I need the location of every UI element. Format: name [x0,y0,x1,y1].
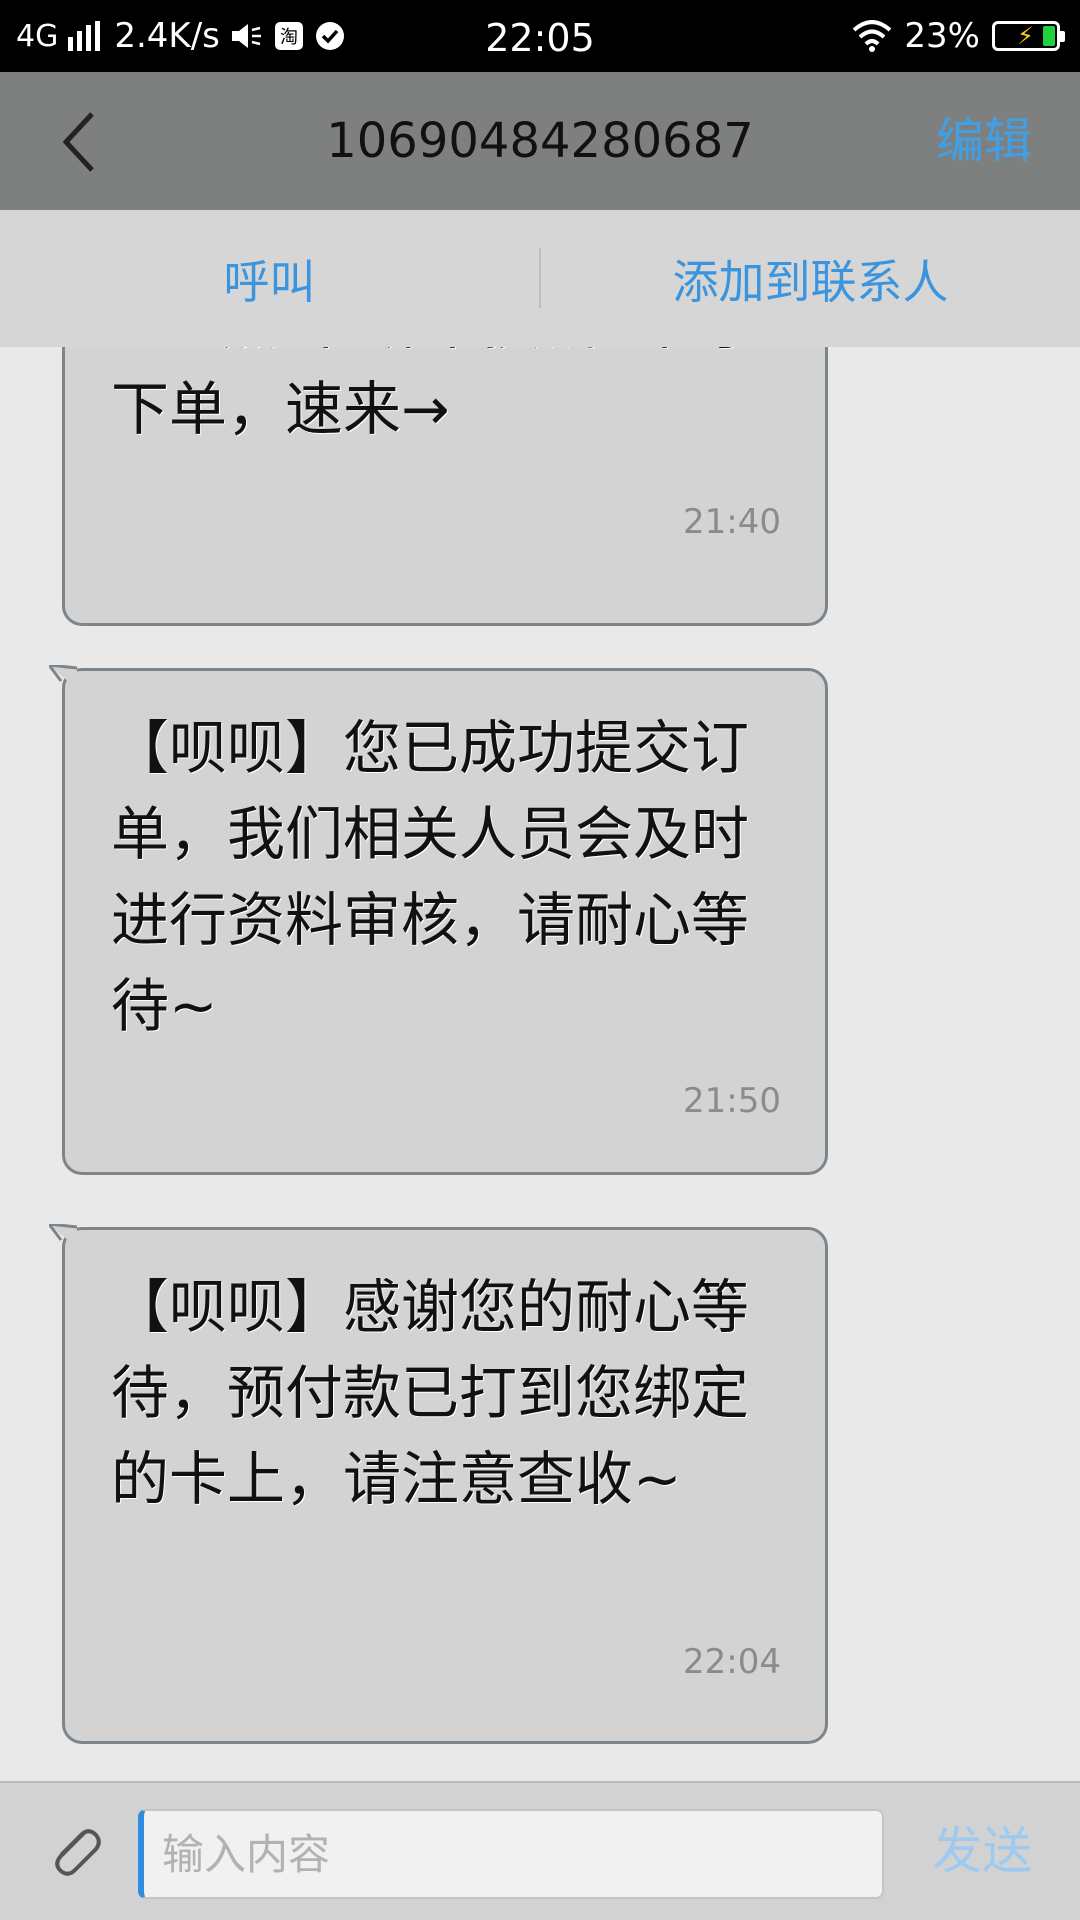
bubble-tail [49,1224,78,1248]
paperclip-icon [55,1829,101,1876]
message-text: APP点击“绑卡换钱”即可下单，速来→ [111,347,745,443]
battery-level [1043,26,1055,46]
charging-icon: ⚡ [1017,22,1034,50]
conversation-title: 10690484280687 [326,113,754,169]
message-bubble[interactable]: APP点击“绑卡换钱”即可下单，速来→ 21:40 [62,347,828,626]
title-bar: 10690484280687 编辑 [0,72,1080,210]
edit-button[interactable]: 编辑 [936,72,1032,210]
message-bubble[interactable]: 【呗呗】感谢您的耐心等待，预付款已打到您绑定的卡上，请注意查收~ 22:04 [49,1224,828,1744]
bubble-tail [49,665,78,689]
battery-percent: 23% [904,16,980,56]
sms-conversation-screen: 4G 2.4K/s 淘 22:05 23% ⚡ 10690484280687 编… [0,0,1080,1920]
message-list[interactable]: APP点击“绑卡换钱”即可下单，速来→ 21:40 【呗呗】您已成功提交订单，我… [0,347,1080,1781]
send-button[interactable]: 发送 [932,1783,1032,1920]
message-input[interactable] [138,1809,884,1899]
contact-action-bar: 呼叫 添加到联系人 [0,210,1080,347]
message-bubble[interactable]: 【呗呗】您已成功提交订单，我们相关人员会及时进行资料审核，请耐心等待~ 21:5… [49,665,828,1175]
message-time: 21:40 [683,502,781,542]
add-to-contacts-button[interactable]: 添加到联系人 [541,210,1080,347]
message-time: 21:50 [683,1081,781,1121]
composer-bar: 发送 [0,1781,1080,1920]
status-right: 23% ⚡ [852,0,1065,72]
call-button[interactable]: 呼叫 [0,210,539,347]
battery-icon: ⚡ [992,21,1065,51]
attach-button[interactable] [36,1811,116,1891]
message-time: 22:04 [683,1642,781,1682]
message-text: 【呗呗】感谢您的耐心等待，预付款已打到您绑定的卡上，请注意查收~ [111,1273,750,1513]
wifi-icon [852,20,892,52]
message-text: 【呗呗】您已成功提交订单，我们相关人员会及时进行资料审核，请耐心等待~ [111,714,750,1040]
status-bar: 4G 2.4K/s 淘 22:05 23% ⚡ [0,0,1080,72]
